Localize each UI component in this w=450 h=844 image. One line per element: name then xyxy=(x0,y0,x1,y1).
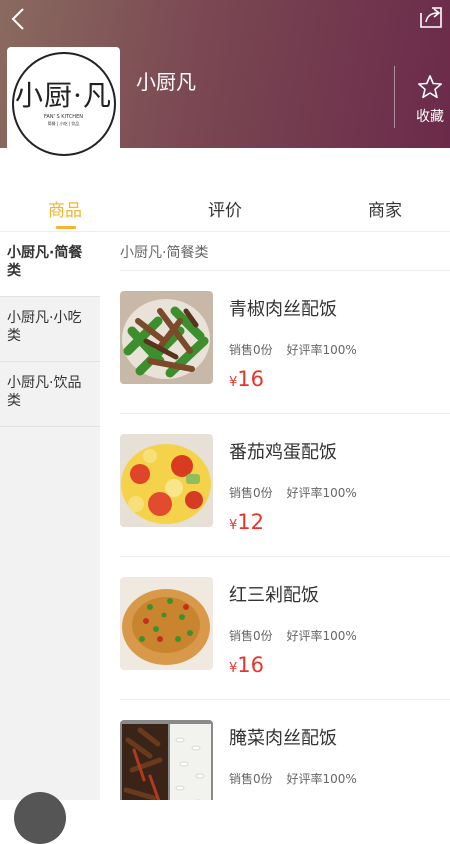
shop-name: 小厨凡 xyxy=(136,70,196,94)
divider xyxy=(394,66,395,128)
dish-photo xyxy=(120,577,213,670)
dish-stats: 销售0份 好评率100% xyxy=(229,627,357,644)
shop-header: 小厨·凡 FAN' S KITCHEN 简餐 | 小吃 | 饮品 小厨凡 收藏 xyxy=(0,0,450,160)
category-item[interactable]: 小厨凡·饮品类 xyxy=(0,362,100,427)
price: ¥16 xyxy=(229,653,264,677)
star-icon xyxy=(417,75,443,99)
dish-stats: 销售0份 好评率100% xyxy=(229,341,357,358)
dish-name: 红三剁配饭 xyxy=(229,585,319,606)
rating: 好评率100% xyxy=(286,343,357,357)
price: ¥16 xyxy=(229,367,264,391)
active-tab-indicator xyxy=(56,226,76,229)
dish-name: 青椒肉丝配饭 xyxy=(229,299,337,320)
share-icon[interactable] xyxy=(418,5,444,31)
favorite-label: 收藏 xyxy=(416,109,444,125)
sales-count: 销售0份 xyxy=(229,486,273,500)
logo-text: 小厨·凡 xyxy=(15,78,112,112)
dish-stats: 销售0份 好评率100% xyxy=(229,770,357,787)
tab-reviews[interactable]: 评价 xyxy=(208,196,242,221)
section-title: 小厨凡·简餐类 xyxy=(120,245,209,261)
dish-name: 腌菜肉丝配饭 xyxy=(229,728,337,749)
category-item[interactable]: 小厨凡·小吃类 xyxy=(0,297,100,362)
menu-item[interactable]: 红三剁配饭 销售0份 好评率100% ¥16 xyxy=(120,557,450,700)
menu-item[interactable]: 腌菜肉丝配饭 销售0份 好评率100% xyxy=(120,700,450,800)
category-sidebar: 小厨凡·简餐类 小厨凡·小吃类 小厨凡·饮品类 xyxy=(0,232,100,800)
price-value: 16 xyxy=(237,653,265,677)
shop-logo: 小厨·凡 FAN' S KITCHEN 简餐 | 小吃 | 饮品 xyxy=(7,47,120,160)
logo-tagline: 简餐 | 小吃 | 饮品 xyxy=(47,120,80,126)
tab-merchant[interactable]: 商家 xyxy=(368,196,402,221)
logo-circle: 小厨·凡 FAN' S KITCHEN 简餐 | 小吃 | 饮品 xyxy=(11,51,116,156)
price: ¥12 xyxy=(229,510,264,534)
back-icon[interactable] xyxy=(8,6,30,32)
sales-count: 销售0份 xyxy=(229,629,273,643)
price-value: 16 xyxy=(237,367,265,391)
logo-subtext: FAN' S KITCHEN xyxy=(44,113,83,120)
rating: 好评率100% xyxy=(286,486,357,500)
tab-products[interactable]: 商品 xyxy=(48,196,82,221)
sales-count: 销售0份 xyxy=(229,772,273,786)
rating: 好评率100% xyxy=(286,629,357,643)
menu-item[interactable]: 青椒肉丝配饭 销售0份 好评率100% ¥16 xyxy=(120,271,450,414)
tab-bar: 商品 评价 商家 xyxy=(0,182,450,232)
dish-photo xyxy=(120,434,213,527)
category-item[interactable]: 小厨凡·简餐类 xyxy=(0,232,100,297)
dish-photo xyxy=(120,720,213,800)
sales-count: 销售0份 xyxy=(229,343,273,357)
dish-stats: 销售0份 好评率100% xyxy=(229,484,357,501)
menu-item[interactable]: 番茄鸡蛋配饭 销售0份 好评率100% ¥12 xyxy=(120,414,450,557)
favorite-button[interactable]: 收藏 xyxy=(408,74,450,126)
price-value: 12 xyxy=(237,510,265,534)
dish-name: 番茄鸡蛋配饭 xyxy=(229,442,337,463)
dish-photo xyxy=(120,291,213,384)
rating: 好评率100% xyxy=(286,772,357,786)
menu-list: 小厨凡·简餐类 青椒肉丝配饭 销售0份 好评率100% ¥16 番茄鸡蛋配饭 销… xyxy=(100,232,450,800)
